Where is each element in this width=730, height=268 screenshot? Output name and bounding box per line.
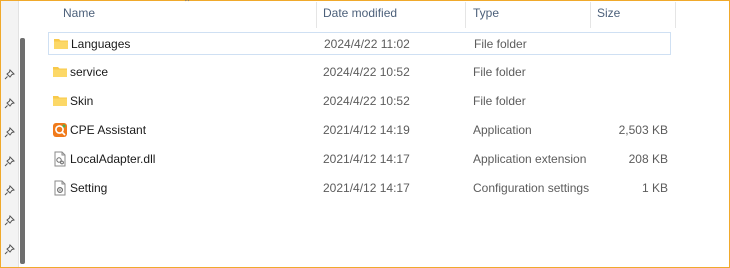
pin-icon[interactable] bbox=[4, 156, 15, 167]
file-type: File folder bbox=[473, 65, 526, 79]
pin-icon[interactable] bbox=[4, 98, 15, 109]
column-divider[interactable] bbox=[590, 2, 591, 28]
folder-icon bbox=[53, 67, 67, 77]
file-name: service bbox=[70, 65, 109, 79]
file-row-languages[interactable]: Languages 2024/4/22 11:02 File folder bbox=[48, 32, 671, 55]
pin-icon[interactable] bbox=[4, 185, 15, 196]
column-header-size[interactable]: Size bbox=[597, 6, 620, 20]
column-header-date-modified[interactable]: Date modified bbox=[323, 6, 397, 20]
column-divider[interactable] bbox=[675, 2, 676, 28]
navigation-pane bbox=[1, 1, 19, 267]
file-row-cpe-assistant[interactable]: CPE Assistant 2021/4/12 14:19 Applicatio… bbox=[48, 119, 671, 142]
column-header-row: ⌃ Name Date modified Type Size bbox=[30, 0, 722, 28]
pin-icon[interactable] bbox=[4, 127, 15, 138]
file-type: Configuration settings bbox=[473, 181, 590, 195]
column-header-name[interactable]: Name bbox=[63, 6, 95, 20]
folder-icon bbox=[53, 96, 67, 106]
file-name: Languages bbox=[71, 37, 131, 51]
file-name: LocalAdapter.dll bbox=[70, 152, 156, 166]
file-date-modified: 2021/4/12 14:17 bbox=[323, 152, 410, 166]
navigation-scrollbar[interactable] bbox=[20, 38, 25, 264]
file-row-service[interactable]: service 2024/4/22 10:52 File folder bbox=[48, 61, 671, 84]
file-date-modified: 2024/4/22 10:52 bbox=[323, 94, 410, 108]
pin-icon[interactable] bbox=[4, 215, 15, 226]
dll-file-icon bbox=[54, 151, 66, 167]
settings-file-icon bbox=[54, 180, 66, 196]
column-divider[interactable] bbox=[465, 2, 466, 28]
file-type: Application extension bbox=[473, 152, 587, 166]
file-name: Skin bbox=[70, 94, 94, 108]
pin-icon[interactable] bbox=[4, 69, 15, 80]
file-size: 208 KB bbox=[628, 152, 668, 166]
file-size: 2,503 KB bbox=[618, 123, 668, 137]
file-date-modified: 2024/4/22 10:52 bbox=[323, 65, 410, 79]
file-size: 1 KB bbox=[641, 181, 668, 195]
file-date-modified: 2021/4/12 14:17 bbox=[323, 181, 410, 195]
file-name: Setting bbox=[70, 181, 108, 195]
app-icon bbox=[53, 123, 67, 137]
pin-icon[interactable] bbox=[4, 244, 15, 255]
file-row-localadapter-dll[interactable]: LocalAdapter.dll 2021/4/12 14:17 Applica… bbox=[48, 148, 671, 171]
column-divider[interactable] bbox=[316, 2, 317, 28]
file-row-setting[interactable]: Setting 2021/4/12 14:17 Configuration se… bbox=[48, 177, 671, 200]
folder-icon bbox=[54, 39, 68, 49]
file-list-pane: ⌃ Name Date modified Type Size Languages… bbox=[30, 0, 722, 268]
file-date-modified: 2024/4/22 11:02 bbox=[324, 37, 410, 51]
file-row-skin[interactable]: Skin 2024/4/22 10:52 File folder bbox=[48, 90, 671, 113]
file-type: Application bbox=[473, 123, 532, 137]
sort-caret-icon: ⌃ bbox=[183, 0, 192, 9]
column-header-type[interactable]: Type bbox=[473, 6, 499, 20]
file-name: CPE Assistant bbox=[70, 123, 147, 137]
file-date-modified: 2021/4/12 14:19 bbox=[323, 123, 410, 137]
file-type: File folder bbox=[474, 37, 527, 51]
file-type: File folder bbox=[473, 94, 526, 108]
